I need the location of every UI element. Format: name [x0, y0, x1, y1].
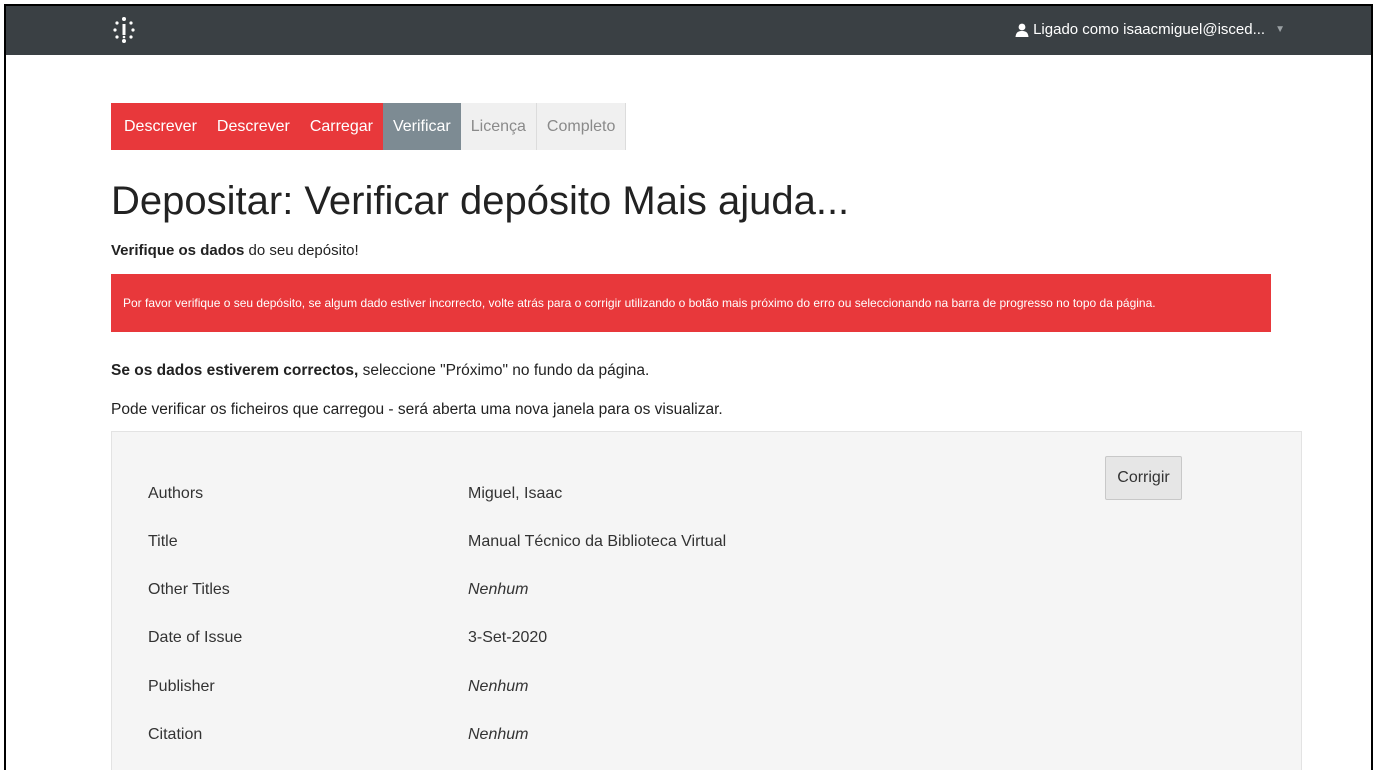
- page-title-text: Depositar: Verificar depósito: [111, 179, 612, 223]
- metadata-row-date-of-issue: Date of Issue 3-Set-2020: [148, 629, 547, 647]
- instruction-next-rest: seleccione "Próximo" no fundo da página.: [358, 362, 650, 379]
- metadata-label: Title: [148, 533, 178, 550]
- metadata-row-authors: Authors Miguel, Isaac: [148, 485, 562, 503]
- user-icon: [1015, 23, 1029, 37]
- step-complete: Completo: [536, 103, 627, 150]
- instruction-files: Pode verificar os ficheiros que carregou…: [111, 401, 723, 418]
- metadata-value: 3-Set-2020: [468, 629, 548, 646]
- step-upload[interactable]: Carregar: [299, 103, 383, 150]
- user-label: Ligado como isaacmiguel@isced...: [1033, 21, 1266, 38]
- instruction-next: Se os dados estiverem correctos, selecci…: [111, 362, 649, 380]
- chevron-down-icon: ▼: [1275, 24, 1285, 35]
- metadata-value: Miguel, Isaac: [468, 485, 563, 502]
- metadata-row-citation: Citation Nenhum: [148, 726, 528, 744]
- step-license: Licença: [460, 103, 537, 150]
- metadata-label: Date of Issue: [148, 629, 243, 646]
- metadata-review-panel: Corrigir Authors Miguel, Isaac Title Man…: [111, 431, 1302, 770]
- step-describe-2[interactable]: Descrever: [206, 103, 300, 150]
- subtitle-bold: Verifique os dados: [111, 242, 245, 259]
- user-menu-dropdown[interactable]: Ligado como isaacmiguel@isced... ▼: [1015, 21, 1285, 38]
- instruction-next-bold: Se os dados estiverem correctos,: [111, 362, 359, 379]
- metadata-label: Publisher: [148, 678, 215, 695]
- page-subtitle: Verifique os dados do seu depósito!: [111, 242, 359, 259]
- help-link[interactable]: Mais ajuda...: [622, 179, 849, 223]
- metadata-label: Other Titles: [148, 581, 230, 598]
- metadata-value: Nenhum: [468, 581, 529, 598]
- browser-frame: Ligado como isaacmiguel@isced... ▼ Descr…: [4, 4, 1373, 770]
- metadata-row-publisher: Publisher Nenhum: [148, 678, 528, 696]
- step-verify[interactable]: Verificar: [382, 103, 461, 150]
- submission-progress-bar: Descrever Descrever Carregar Verificar L…: [111, 103, 627, 150]
- metadata-label: Authors: [148, 485, 204, 502]
- metadata-label: Citation: [148, 726, 203, 743]
- step-describe-1[interactable]: Descrever: [111, 103, 207, 150]
- metadata-value: Nenhum: [468, 726, 529, 743]
- top-navbar: Ligado como isaacmiguel@isced... ▼: [6, 6, 1371, 55]
- metadata-value: Nenhum: [468, 678, 529, 695]
- page-title: Depositar: Verificar depósito Mais ajuda…: [111, 179, 849, 224]
- verification-alert: Por favor verifique o seu depósito, se a…: [111, 274, 1271, 332]
- correct-button[interactable]: Corrigir: [1105, 456, 1182, 500]
- metadata-row-other-titles: Other Titles Nenhum: [148, 581, 528, 599]
- repository-logo-icon[interactable]: [110, 14, 138, 44]
- metadata-row-title: Title Manual Técnico da Biblioteca Virtu…: [148, 533, 726, 551]
- metadata-value: Manual Técnico da Biblioteca Virtual: [468, 533, 727, 550]
- subtitle-rest: do seu depósito!: [244, 242, 359, 259]
